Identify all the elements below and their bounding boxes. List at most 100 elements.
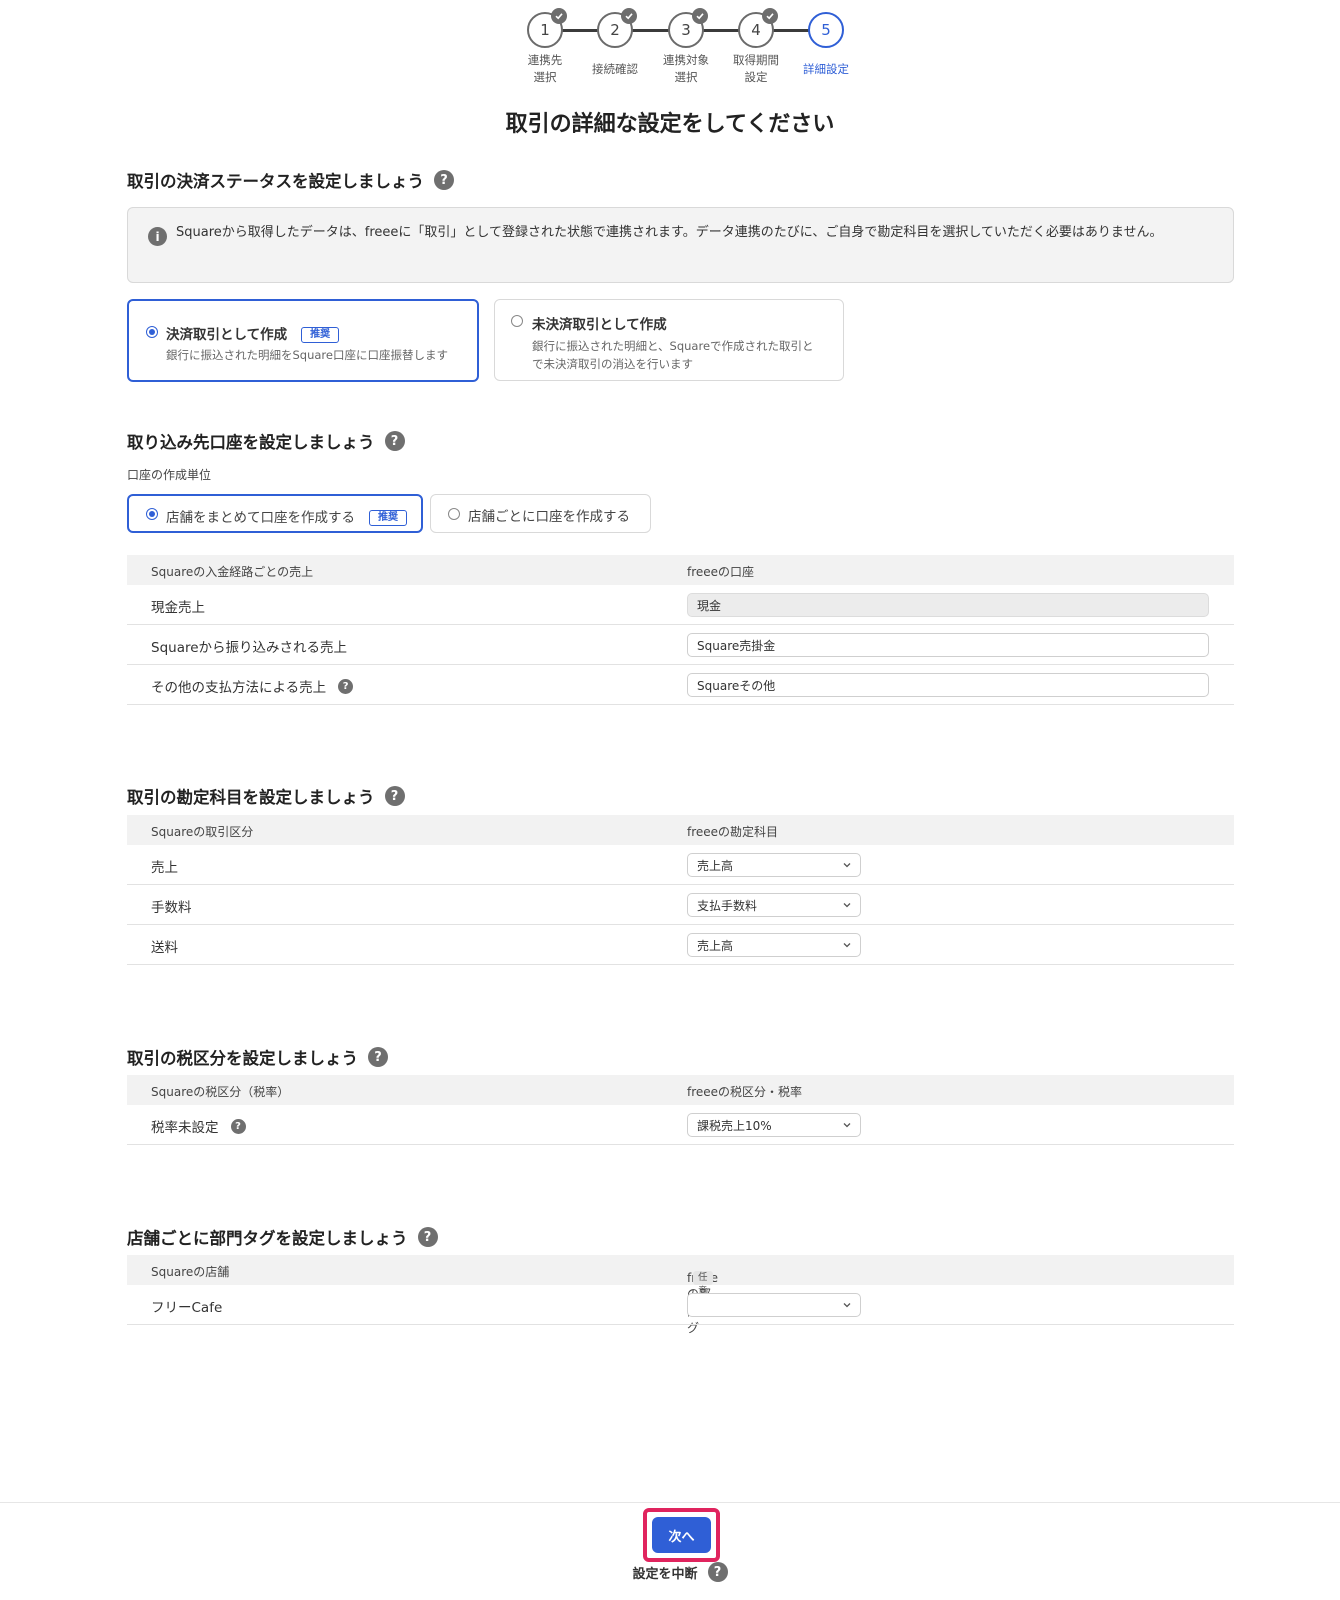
table-row: 送料 売上高: [127, 925, 1234, 965]
question-circle-icon[interactable]: ?: [384, 786, 405, 806]
shipping-account-select[interactable]: 売上高: [687, 933, 861, 957]
question-circle-icon[interactable]: ?: [338, 678, 354, 694]
card-description: 銀行に振込された明細をSquare口座に口座振替します: [166, 348, 448, 362]
settled-radio[interactable]: [146, 326, 158, 338]
tax-section-heading: 取引の税区分を設定しましょう ?: [127, 1045, 388, 1069]
row-label: 送料: [151, 940, 178, 956]
question-circle-icon[interactable]: ?: [417, 1227, 438, 1247]
row-label: 売上: [151, 860, 178, 876]
square-other-field[interactable]: Squareその他: [687, 673, 1209, 697]
step-4: 4: [738, 8, 778, 48]
tax-category-select[interactable]: 課税売上10%: [687, 1113, 861, 1137]
sales-account-select[interactable]: 売上高: [687, 853, 861, 877]
unit-option-label: 店舗をまとめて口座を作成する 推奨: [166, 506, 407, 526]
column-header: freeeの税区分・税率: [687, 1085, 803, 1099]
unit-option-combined[interactable]: 店舗をまとめて口座を作成する 推奨: [127, 494, 423, 533]
step-connector: [702, 29, 740, 32]
chevron-down-icon: [843, 1303, 851, 1308]
unsettled-title: 未決済取引として作成: [532, 317, 667, 333]
question-circle-icon[interactable]: ?: [368, 1047, 388, 1067]
step-label: 詳細設定: [803, 62, 849, 76]
table-row: その他の支払方法による売上? Squareその他: [127, 665, 1234, 705]
row-label: その他の支払方法による売上: [151, 680, 327, 696]
suspend-link[interactable]: 設定を中断 ?: [0, 1562, 1340, 1582]
step-number: 3: [681, 21, 691, 39]
row-label: Squareから振り込みされる売上: [151, 640, 348, 656]
per-store-radio[interactable]: [448, 508, 460, 520]
account-table-header: Squareの入金経路ごとの売上 freeeの口座: [127, 555, 1234, 585]
unsettled-radio[interactable]: [511, 315, 523, 327]
fee-account-select[interactable]: 支払手数料: [687, 893, 861, 917]
next-button[interactable]: 次へ: [652, 1517, 711, 1553]
step-1: 1: [527, 8, 567, 48]
info-circle-icon: i: [148, 227, 167, 246]
suspend-label[interactable]: 設定を中断: [632, 1563, 697, 1582]
step-number: 4: [751, 21, 761, 39]
select-value: 課税売上10%: [697, 1119, 772, 1133]
step-connector: [632, 29, 670, 32]
step-label: 取得期間 設定: [733, 53, 779, 84]
step-number: 2: [610, 21, 620, 39]
step-2: 2: [597, 8, 637, 48]
combined-label: 店舗をまとめて口座を作成する: [166, 510, 355, 526]
check-icon: [692, 8, 708, 24]
item-section-heading: 取引の勘定科目を設定しましょう ?: [127, 784, 405, 808]
unit-option-label: 店舗ごとに口座を作成する: [468, 509, 630, 525]
step-label: 連携対象 選択: [663, 53, 709, 84]
footer-divider: [0, 1502, 1340, 1503]
card-title: 決済取引として作成 推奨: [166, 323, 340, 343]
page-title: 取引の詳細な設定をしてください: [505, 112, 835, 137]
recommended-badge: 推奨: [369, 510, 407, 526]
column-header: freeeの口座: [687, 565, 755, 579]
section-heading-text: 取引の勘定科目を設定しましょう: [127, 788, 375, 807]
item-table-header: Squareの取引区分 freeeの勘定科目: [127, 815, 1234, 845]
table-row: Squareから振り込みされる売上 Square売掛金: [127, 625, 1234, 665]
question-circle-icon[interactable]: ?: [384, 431, 405, 451]
row-label: フリーCafe: [151, 1300, 223, 1316]
unit-option-per-store[interactable]: 店舗ごとに口座を作成する: [430, 494, 651, 533]
chevron-down-icon: [843, 1123, 851, 1128]
dept-section-heading: 店舗ごとに部門タグを設定しましょう ?: [127, 1225, 438, 1249]
column-header: freeeの勘定科目: [687, 825, 779, 839]
card-description: 銀行に振込された明細と、Squareで作成された取引と で未決済取引の消込を行い…: [532, 339, 814, 371]
unit-label: 口座の作成単位: [127, 468, 212, 482]
table-row: 手数料 支払手数料: [127, 885, 1234, 925]
select-value: 売上高: [697, 939, 734, 953]
row-label: 税率未設定: [151, 1120, 219, 1136]
step-3: 3: [668, 8, 708, 48]
check-icon: [551, 8, 567, 24]
select-value: 支払手数料: [697, 899, 758, 913]
column-header: Squareの取引区分: [151, 825, 254, 839]
check-icon: [621, 8, 637, 24]
square-receivable-field[interactable]: Square売掛金: [687, 633, 1209, 657]
question-circle-icon[interactable]: ?: [434, 170, 454, 190]
info-text: Squareから取得したデータは、freeeに「取引」として登録された状態で連携…: [176, 225, 1163, 240]
combined-radio[interactable]: [146, 508, 158, 520]
section-heading-text: 店舗ごとに部門タグを設定しましょう: [127, 1229, 408, 1248]
section-heading-text: 取り込み先口座を設定しましょう: [127, 433, 375, 452]
dept-tag-select[interactable]: [687, 1293, 861, 1317]
unsettled-option-card[interactable]: 未決済取引として作成 銀行に振込された明細と、Squareで作成された取引と で…: [494, 299, 844, 381]
select-value: 売上高: [697, 859, 734, 873]
step-connector: [562, 29, 600, 32]
column-header: Squareの入金経路ごとの売上: [151, 565, 314, 579]
step-connector: [772, 29, 810, 32]
cash-account-field: 現金: [687, 593, 1209, 617]
recommended-badge: 推奨: [301, 327, 340, 343]
step-5: 5: [808, 12, 844, 48]
settled-title: 決済取引として作成: [166, 327, 288, 343]
optional-badge: 任意: [693, 1271, 713, 1297]
highlight-frame: 次へ: [643, 1508, 720, 1562]
question-circle-icon[interactable]: ?: [707, 1562, 728, 1582]
column-header: Squareの税区分（税率）: [151, 1085, 290, 1099]
step-label: 接続確認: [592, 62, 638, 76]
info-box: i Squareから取得したデータは、freeeに「取引」として登録された状態で…: [127, 207, 1234, 283]
check-icon: [762, 8, 778, 24]
question-circle-icon[interactable]: ?: [230, 1118, 246, 1134]
settled-option-card[interactable]: 決済取引として作成 推奨 銀行に振込された明細をSquare口座に口座振替します: [127, 299, 479, 382]
dept-table-header: Squareの店舗 freeeの部門タグ任意: [127, 1255, 1234, 1335]
section-heading-text: 取引の決済ステータスを設定しましょう: [127, 172, 424, 191]
status-section-heading: 取引の決済ステータスを設定しましょう ?: [127, 168, 454, 192]
chevron-down-icon: [843, 903, 851, 908]
tax-table-header: Squareの税区分（税率） freeeの税区分・税率: [127, 1075, 1234, 1105]
